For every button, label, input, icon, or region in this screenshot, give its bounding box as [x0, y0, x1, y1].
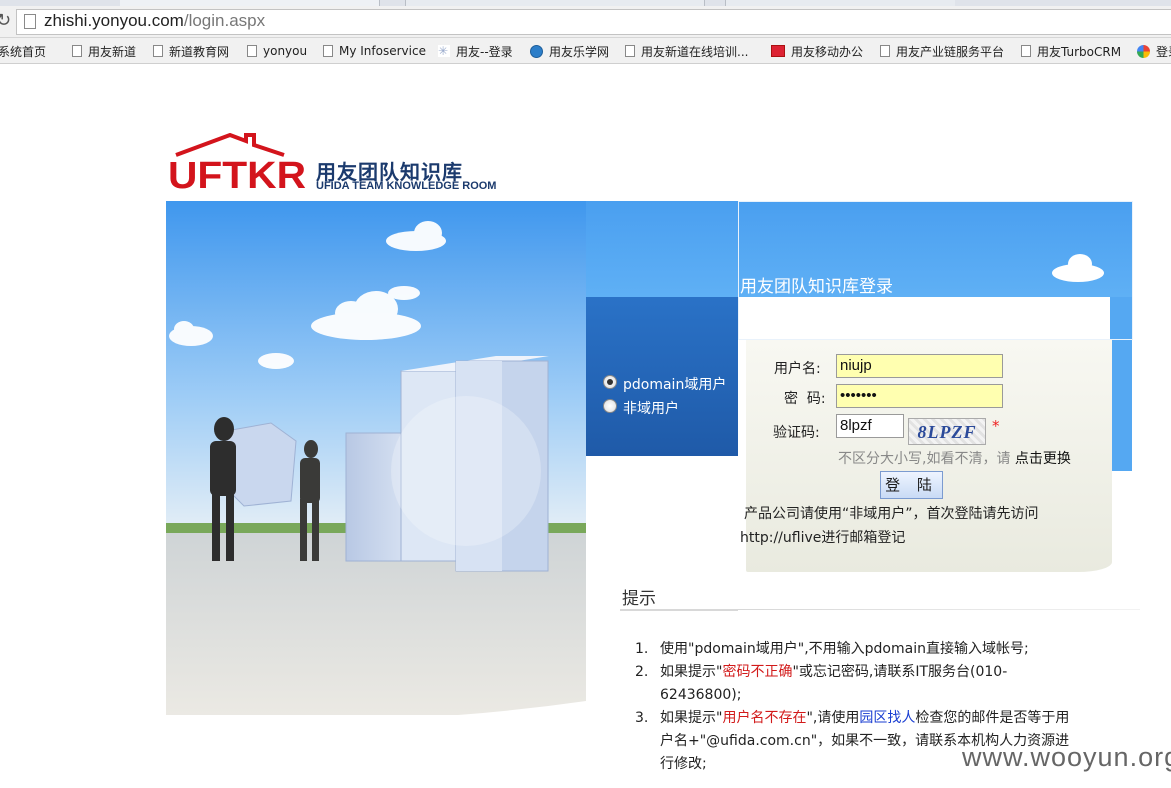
url-host: zhishi.yonyou.com [44, 11, 184, 30]
username-input[interactable]: niujp [836, 354, 1003, 378]
tip-item-1: 1. 使用"pdomain域用户",不用输入pdomain直接输入域帐号; [635, 638, 1029, 661]
reload-icon[interactable]: ↻ [0, 10, 11, 31]
google-icon [1137, 44, 1150, 58]
bookmark-item[interactable]: 用友TurboCRM [1021, 42, 1121, 60]
house-roof-icon [175, 133, 285, 157]
radio-nondomain-label: 非域用户 [623, 401, 679, 417]
watermark: www.wooyun.org [962, 742, 1171, 772]
bookmark-item[interactable]: ✳ 用友--登录 [438, 42, 513, 60]
bookmark-item[interactable]: yonyou [247, 42, 307, 60]
password-label: 密 码: [784, 391, 826, 407]
radio-domain-label: pdomain域用户 [623, 377, 727, 393]
tips-title: 提示 [622, 589, 656, 609]
page-icon [153, 45, 163, 57]
tip-number: 3. [635, 710, 649, 726]
bookmark-label: 用友移动办公 [791, 44, 864, 59]
find-people-link[interactable]: 园区找人 [859, 710, 915, 726]
tip-text: 如果提示" [660, 664, 723, 680]
tip-highlight-username: 用户名不存在 [722, 710, 807, 726]
tip-text: 如果提示" [660, 710, 723, 726]
required-mark: * [992, 417, 1000, 435]
bookmark-label: 用友产业链服务平台 [896, 44, 1005, 59]
tip-text: 62436800); [660, 687, 742, 703]
radio-nondomain-user[interactable] [603, 399, 617, 413]
bookmark-label: My Infoservice [339, 44, 426, 58]
radio-domain-user[interactable] [603, 375, 617, 389]
tip-text: 使用"pdomain域用户",不用输入pdomain直接输入域帐号; [660, 641, 1029, 657]
bookmark-item[interactable]: 用友产业链服务平台 [880, 42, 1004, 60]
page-icon [247, 45, 257, 57]
tip-number: 1. [635, 641, 649, 657]
captcha-hint-text: 不区分大小写,如看不清，请 [838, 451, 1011, 467]
page-icon [323, 45, 333, 57]
bookmark-label: 系统首页 [0, 44, 47, 59]
tip-text: 检查您的邮件是否等于用 [915, 710, 1070, 726]
captcha-label: 验证码: [773, 425, 820, 441]
refresh-captcha-link[interactable]: 点击更换 [1015, 451, 1071, 467]
bookmark-item[interactable]: 登录 [1137, 42, 1171, 60]
login-button[interactable]: 登 陆 [880, 471, 943, 499]
captcha-hint: 不区分大小写,如看不清，请 点击更换 [838, 448, 1071, 468]
tip-text: ",请使用 [806, 710, 860, 726]
login-note-line2: http://uflive进行邮箱登记 [740, 530, 906, 546]
login-title: 用友团队知识库登录 [740, 277, 893, 297]
password-input[interactable]: ••••••• [836, 384, 1003, 408]
login-note-line1: 产品公司请使用“非域用户”，首次登陆请先访问 [744, 506, 1039, 522]
logo-mark: UFTKR [168, 155, 306, 193]
bookmark-item[interactable]: 新道教育网 [153, 42, 229, 60]
bookmarks-bar: 系统首页 用友新道 新道教育网 yonyou My Infoservice ✳ 用… [0, 38, 1171, 64]
page-icon [880, 45, 890, 57]
page-icon [1021, 45, 1031, 57]
bookmark-item[interactable]: 用友新道 [72, 42, 136, 60]
page-icon [72, 45, 82, 57]
login-title-box [738, 201, 1133, 340]
star-icon: ✳ [438, 44, 450, 58]
url-path: /login.aspx [183, 11, 266, 30]
bookmark-item[interactable]: 系统首页 [0, 42, 46, 60]
bookmark-label: 用友乐学网 [549, 44, 610, 59]
tip-highlight-password: 密码不正确 [722, 664, 793, 680]
bookmark-item[interactable]: 用友乐学网 [530, 42, 609, 60]
bookmark-label: 用友新道 [88, 44, 137, 59]
captcha-image[interactable]: 8LPZF [908, 418, 986, 445]
bookmark-item[interactable]: My Infoservice [323, 42, 426, 60]
app-icon [771, 45, 785, 57]
globe-icon [530, 44, 543, 58]
bookmark-label: 用友--登录 [456, 44, 513, 59]
tip-text: "或忘记密码,请联系IT服务台(010- [792, 664, 1008, 680]
bookmark-label: yonyou [263, 44, 308, 58]
bookmark-item[interactable]: 用友新道在线培训... [625, 42, 748, 60]
bookmark-label: 用友新道在线培训... [641, 44, 749, 59]
tip-text: 行修改; [660, 756, 707, 772]
bookmark-item[interactable]: 用友移动办公 [771, 42, 863, 60]
bookmark-label: 登录 [1156, 44, 1171, 59]
bookmark-label: 新道教育网 [169, 44, 230, 59]
bookmark-label: 用友TurboCRM [1037, 44, 1122, 59]
tips-divider-accent [620, 609, 738, 611]
captcha-input[interactable]: 8lpzf [836, 414, 904, 438]
logo-title-en: UFIDA TEAM KNOWLEDGE ROOM [316, 180, 497, 192]
url-text[interactable]: zhishi.yonyou.com/login.aspx [44, 11, 265, 31]
tip-number: 2. [635, 664, 649, 680]
page-icon [24, 14, 36, 29]
username-label: 用户名: [774, 361, 821, 377]
hero-illustration [166, 201, 586, 715]
page-icon [625, 45, 635, 57]
tip-item-2: 2. 如果提示"密码不正确"或忘记密码,请联系IT服务台(010- 624368… [635, 661, 1008, 707]
